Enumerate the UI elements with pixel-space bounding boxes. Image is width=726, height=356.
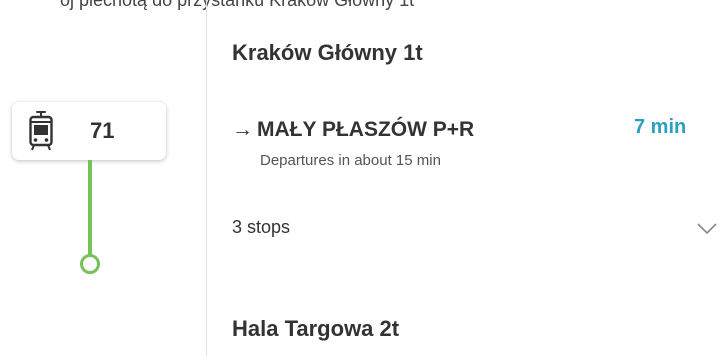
column-divider xyxy=(206,0,207,356)
stops-expand-toggle[interactable]: 3 stops xyxy=(232,210,726,246)
direction-label: → MAŁY PŁASZÓW P+R xyxy=(232,118,474,142)
segment-duration: 7 min xyxy=(634,116,687,138)
stops-count: 3 stops xyxy=(232,217,291,237)
departure-time-text: Departures in about 15 min xyxy=(260,152,441,169)
direction-name: MAŁY PŁASZÓW P+R xyxy=(257,118,475,141)
trip-segment-view: oj piechotą do przystanku Kraków Główny … xyxy=(0,0,726,356)
arrival-stop-name[interactable]: Hala Targowa 2t xyxy=(232,316,399,342)
route-line xyxy=(88,160,92,255)
line-badge[interactable]: 71 xyxy=(12,102,166,160)
stop-dot xyxy=(80,254,100,274)
chevron-down-icon[interactable] xyxy=(696,222,718,236)
direction-arrow: → xyxy=(232,118,253,141)
clipped-instruction-text: oj piechotą do przystanku Kraków Główny … xyxy=(60,0,415,10)
line-number: 71 xyxy=(90,118,115,143)
departure-stop-name[interactable]: Kraków Główny 1t xyxy=(232,40,423,66)
tram-icon xyxy=(29,111,53,151)
